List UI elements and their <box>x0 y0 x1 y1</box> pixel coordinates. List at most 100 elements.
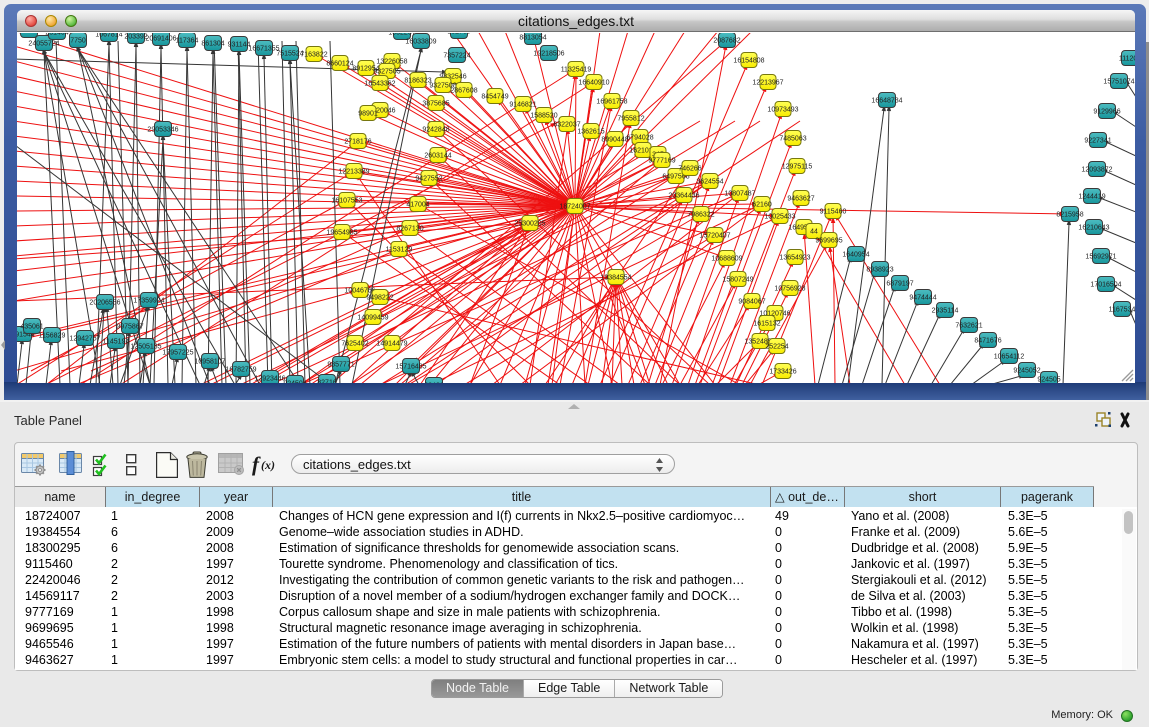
svg-text:16154808: 16154808 <box>733 58 764 65</box>
svg-text:20364436: 20364436 <box>668 193 699 200</box>
svg-text:44: 44 <box>810 229 818 236</box>
svg-text:8454749: 8454749 <box>481 94 508 101</box>
svg-text:10958107: 10958107 <box>194 359 225 366</box>
svg-text:1588520: 1588520 <box>530 113 557 120</box>
svg-text:10654112: 10654112 <box>994 354 1025 361</box>
svg-text:417004: 417004 <box>406 202 429 209</box>
svg-text:6879197: 6879197 <box>886 281 913 288</box>
svg-text:10046766: 10046766 <box>344 288 375 295</box>
svg-text:2718176: 2718176 <box>344 139 371 146</box>
svg-text:1067814: 1067814 <box>95 33 122 39</box>
svg-text:8471676: 8471676 <box>974 338 1001 345</box>
svg-text:17016504: 17016504 <box>1090 282 1121 289</box>
svg-text:16648784: 16648784 <box>871 98 902 105</box>
svg-text:8813054: 8813054 <box>519 35 546 42</box>
svg-text:2087682: 2087682 <box>713 38 740 45</box>
svg-text:924505: 924505 <box>1037 377 1060 384</box>
svg-text:15720407: 15720407 <box>699 233 730 240</box>
svg-text:19654985: 19654985 <box>326 230 357 237</box>
svg-text:6322037: 6322037 <box>553 122 580 129</box>
svg-text:8990448: 8990448 <box>601 137 628 144</box>
svg-text:9327505: 9327505 <box>373 69 400 76</box>
svg-text:25300205: 25300205 <box>514 221 545 228</box>
svg-text:9427552: 9427552 <box>415 176 442 183</box>
svg-text:62160: 62160 <box>752 202 772 209</box>
svg-text:16033809: 16033809 <box>405 39 436 46</box>
svg-text:746266: 746266 <box>678 166 701 173</box>
svg-text:9084067: 9084067 <box>738 299 765 306</box>
svg-text:2867608: 2867608 <box>450 88 477 95</box>
svg-text:17957225: 17957225 <box>162 350 193 357</box>
svg-text:16782759: 16782759 <box>225 367 256 374</box>
svg-text:9245052: 9245052 <box>1013 368 1040 375</box>
svg-text:9699695: 9699695 <box>815 238 842 245</box>
svg-text:10688609: 10688609 <box>711 256 742 263</box>
svg-text:8215958: 8215958 <box>1056 212 1083 219</box>
svg-text:29053346: 29053346 <box>147 127 178 134</box>
svg-text:15692971: 15692971 <box>1085 254 1116 261</box>
svg-text:9498222: 9498222 <box>366 295 393 302</box>
svg-text:1640954: 1640954 <box>842 252 869 259</box>
svg-text:12975115: 12975115 <box>782 164 813 171</box>
svg-text:24055724: 24055724 <box>28 41 59 48</box>
svg-text:12213967: 12213967 <box>752 80 783 87</box>
svg-text:1733426: 1733426 <box>769 369 796 376</box>
svg-text:9115460: 9115460 <box>820 209 847 216</box>
svg-text:7357224: 7357224 <box>443 53 470 60</box>
svg-text:7485063: 7485063 <box>779 136 806 143</box>
svg-text:14914479: 14914479 <box>376 341 407 348</box>
svg-text:10807487: 10807487 <box>724 191 755 198</box>
svg-text:18724007: 18724007 <box>559 204 590 211</box>
svg-text:9227341: 9227341 <box>1084 138 1111 145</box>
svg-text:231404: 231404 <box>45 33 68 37</box>
svg-text:2935114: 2935114 <box>932 308 959 315</box>
svg-text:8267130: 8267130 <box>396 226 423 233</box>
svg-text:14099459: 14099459 <box>357 315 388 322</box>
svg-text:19384554: 19384554 <box>600 275 631 282</box>
svg-text:9463627: 9463627 <box>787 196 814 203</box>
svg-text:10973493: 10973493 <box>767 107 798 114</box>
svg-text:9975867: 9975867 <box>116 324 143 331</box>
svg-text:2603144: 2603144 <box>424 153 451 160</box>
svg-text:86431: 86431 <box>424 383 444 384</box>
svg-text:9146821: 9146821 <box>509 102 536 109</box>
svg-text:9857771: 9857771 <box>327 362 354 369</box>
svg-text:7632621: 7632621 <box>955 323 982 330</box>
svg-text:16107553: 16107553 <box>331 198 362 205</box>
svg-text:3624554: 3624554 <box>696 179 723 186</box>
svg-text:117364: 117364 <box>176 38 199 45</box>
svg-text:252254: 252254 <box>765 344 788 351</box>
svg-text:20691406: 20691406 <box>145 36 176 43</box>
svg-text:8938923: 8938923 <box>866 267 893 274</box>
svg-text:111204: 111204 <box>1119 56 1135 63</box>
svg-text:20206556: 20206556 <box>89 300 120 307</box>
svg-text:19218506: 19218506 <box>533 51 564 58</box>
svg-text:9129966: 9129966 <box>1093 109 1120 116</box>
svg-text:82716: 82716 <box>317 380 337 384</box>
svg-text:10025433: 10025433 <box>764 214 795 221</box>
svg-text:7955812: 7955812 <box>617 116 644 123</box>
svg-text:98901: 98901 <box>358 111 378 118</box>
svg-text:(x): (x) <box>261 458 275 472</box>
svg-text:16640910: 16640910 <box>578 80 609 87</box>
svg-text:1362615: 1362615 <box>577 129 604 136</box>
svg-text:7750: 7750 <box>70 38 86 45</box>
svg-text:12213389: 12213389 <box>338 169 369 176</box>
svg-text:16671355: 16671355 <box>248 46 279 53</box>
svg-text:16543362: 16543362 <box>364 81 395 88</box>
svg-text:8660124: 8660124 <box>326 61 353 68</box>
svg-text:1052267: 1052267 <box>388 33 415 37</box>
svg-text:15716485: 15716485 <box>395 364 426 371</box>
svg-text:9242848: 9242848 <box>422 127 449 134</box>
svg-text:203392: 203392 <box>124 34 147 41</box>
svg-text:1153129: 1153129 <box>386 247 413 254</box>
svg-text:15807249: 15807249 <box>722 277 753 284</box>
svg-text:1167534: 1167534 <box>1109 307 1135 314</box>
svg-text:12093872: 12093872 <box>1081 167 1112 174</box>
svg-text:16128: 16128 <box>19 33 39 35</box>
svg-text:7625402: 7625402 <box>341 341 368 348</box>
svg-text:16210643: 16210643 <box>1078 225 1109 232</box>
svg-text:7163822: 7163822 <box>300 52 327 59</box>
svg-text:11325419: 11325419 <box>561 67 592 74</box>
svg-text:12923446: 12923446 <box>254 376 285 383</box>
